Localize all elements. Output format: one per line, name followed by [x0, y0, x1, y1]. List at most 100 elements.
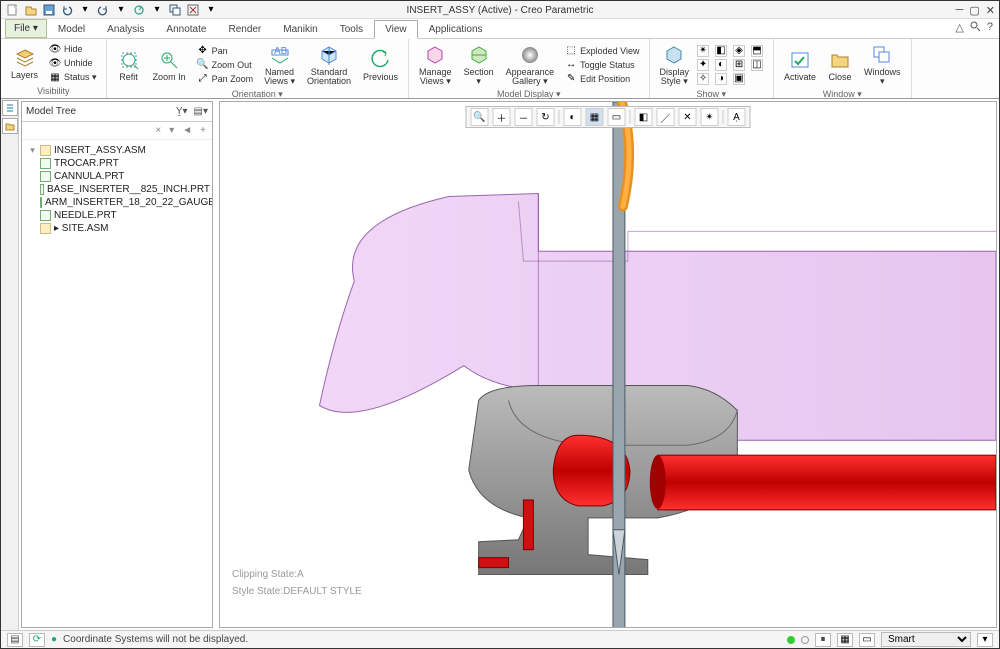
exploded-view-button[interactable]: ⬚Exploded View [562, 44, 642, 58]
viewport-status: Clipping State:A Style State:DEFAULT STY… [232, 563, 362, 597]
zoom-in-button[interactable]: Zoom In [149, 46, 190, 84]
new-doc-icon[interactable] [5, 2, 21, 18]
tab-file[interactable]: File ▾ [5, 19, 47, 38]
status-tree-icon[interactable]: ▤ [7, 633, 23, 647]
status-grid-icon[interactable]: ▦ [837, 633, 853, 647]
help-icon[interactable]: ? [987, 21, 993, 35]
unhide-button[interactable]: 👁Unhide [46, 56, 100, 70]
side-tab-folder-icon[interactable] [2, 118, 18, 134]
tree-item[interactable]: ARM_INSERTER_18_20_22_GAUGE.PRT [24, 196, 210, 209]
tab-analysis[interactable]: Analysis [96, 20, 155, 38]
style-state-label: Style State:DEFAULT STYLE [232, 586, 362, 597]
refit-icon[interactable]: 🔍 [471, 108, 489, 126]
tab-render[interactable]: Render [217, 20, 272, 38]
manage-views-button[interactable]: Manage Views ▾ [415, 41, 456, 88]
standard-orient-button[interactable]: Standard Orientation [303, 41, 355, 88]
show-toggle-icon[interactable]: ✦ [697, 59, 709, 71]
zoom-out-button[interactable]: 🔍Zoom Out [194, 58, 257, 72]
side-tab-tree-icon[interactable] [2, 100, 18, 116]
activate-button[interactable]: Activate [780, 46, 820, 84]
pan-zoom-button[interactable]: ⤢Pan Zoom [194, 72, 257, 86]
dropdown-icon[interactable]: ▾ [77, 2, 93, 18]
display-style-button[interactable]: Display Style ▾ [656, 41, 694, 88]
tree-add-icon[interactable]: + [200, 125, 206, 136]
selection-filter-select[interactable]: Smart [881, 632, 971, 647]
saved-view-icon[interactable]: ▦ [586, 108, 604, 126]
dropdown-icon[interactable]: ▾ [203, 2, 219, 18]
datum-plane-icon[interactable]: ◧ [635, 108, 653, 126]
pan-button[interactable]: ✥Pan [194, 44, 257, 58]
tree-item[interactable]: CANNULA.PRT [24, 170, 210, 183]
status-regenerate-icon[interactable]: ⟳ [29, 633, 45, 647]
datum-axis-icon[interactable]: ／ [657, 108, 675, 126]
status-dropdown-icon[interactable]: ▾ [977, 633, 993, 647]
show-toggle-icon[interactable]: ⊞ [733, 59, 745, 71]
maximize-icon[interactable]: ▢ [969, 4, 979, 17]
section-button[interactable]: Section ▾ [460, 41, 498, 88]
close-icon[interactable]: ✕ [986, 4, 995, 17]
status-box-icon[interactable]: ▭ [859, 633, 875, 647]
close-win-icon[interactable] [185, 2, 201, 18]
named-views-button[interactable]: ABNamed Views ▾ [260, 41, 299, 88]
tree-item[interactable]: ▸ SITE.ASM [24, 222, 210, 235]
tree-back-icon[interactable]: ◄ [182, 125, 192, 136]
tree-item[interactable]: NEEDLE.PRT [24, 209, 210, 222]
tab-applications[interactable]: Applications [418, 20, 494, 38]
show-toggle-icon[interactable]: ◑ [715, 73, 727, 85]
minimize-icon[interactable]: ─ [956, 4, 964, 16]
shading-icon[interactable]: ◐ [564, 108, 582, 126]
tree-root[interactable]: ▾INSERT_ASSY.ASM [24, 144, 210, 157]
tree-dropdown-icon[interactable]: ▾ [169, 125, 174, 136]
tab-annotate[interactable]: Annotate [155, 20, 217, 38]
show-toggle-icon[interactable]: ◧ [715, 45, 727, 57]
edit-position-button[interactable]: ✎Edit Position [562, 72, 642, 86]
tree-close-icon[interactable]: × [155, 125, 161, 136]
tree-settings-icon[interactable]: ▤▾ [194, 106, 208, 117]
show-toggle-icon[interactable]: ◫ [751, 59, 763, 71]
tree-item[interactable]: BASE_INSERTER__825_INCH.PRT [24, 183, 210, 196]
annotation-icon[interactable]: Ạ [728, 108, 746, 126]
dropdown-icon[interactable]: ▾ [113, 2, 129, 18]
tree-item[interactable]: TROCAR.PRT [24, 157, 210, 170]
show-toggle-icon[interactable]: ◐ [715, 59, 727, 71]
windows-button[interactable]: Windows ▾ [860, 41, 905, 88]
zoom-in-icon[interactable]: ＋ [493, 108, 511, 126]
close-button[interactable]: Close [824, 46, 856, 84]
show-toggle-icon[interactable]: ▣ [733, 73, 745, 85]
datum-point-icon[interactable]: ✕ [679, 108, 697, 126]
search-icon[interactable] [970, 21, 981, 35]
show-toggle-icon[interactable]: ⬒ [751, 45, 763, 57]
tree-filter-icon[interactable]: Y̱▾ [176, 106, 188, 117]
show-toggle-icon[interactable]: ✴ [697, 45, 709, 57]
status-button[interactable]: ▦Status ▾ [46, 70, 100, 84]
csys-icon[interactable]: ✴ [701, 108, 719, 126]
min-ribbon-icon[interactable]: △ [955, 21, 963, 35]
status-pause-icon[interactable]: ⏸ [815, 633, 831, 647]
previous-button[interactable]: Previous [359, 46, 402, 84]
status-led-icon [787, 636, 795, 644]
spin-icon[interactable]: ↻ [537, 108, 555, 126]
appearance-gallery-button[interactable]: Appearance Gallery ▾ [502, 41, 559, 88]
model-tree-panel: Model Tree Y̱▾ ▤▾ × ▾ ◄ + ▾INSERT_ASSY.A… [21, 101, 213, 628]
perspective-icon[interactable]: ▭ [608, 108, 626, 126]
undo-icon[interactable] [59, 2, 75, 18]
save-icon[interactable] [41, 2, 57, 18]
toggle-status-button[interactable]: ↔Toggle Status [562, 58, 642, 72]
tab-view[interactable]: View [374, 20, 418, 39]
regen-icon[interactable] [131, 2, 147, 18]
layers-button[interactable]: Layers [7, 44, 42, 82]
hide-button[interactable]: 👁Hide [46, 42, 100, 56]
tab-tools[interactable]: Tools [329, 20, 374, 38]
part-icon [40, 171, 51, 182]
redo-icon[interactable] [95, 2, 111, 18]
open-icon[interactable] [23, 2, 39, 18]
refit-button[interactable]: Refit [113, 46, 145, 84]
zoom-out-icon[interactable]: － [515, 108, 533, 126]
windows-icon[interactable] [167, 2, 183, 18]
tab-model[interactable]: Model [47, 20, 96, 38]
show-toggle-icon[interactable]: ◈ [733, 45, 745, 57]
show-toggle-icon[interactable]: ✧ [697, 73, 709, 85]
dropdown-icon[interactable]: ▾ [149, 2, 165, 18]
3d-viewport[interactable]: 🔍 ＋ － ↻ ◐ ▦ ▭ ◧ ／ ✕ ✴ Ạ [219, 101, 997, 628]
tab-manikin[interactable]: Manikin [272, 20, 328, 38]
